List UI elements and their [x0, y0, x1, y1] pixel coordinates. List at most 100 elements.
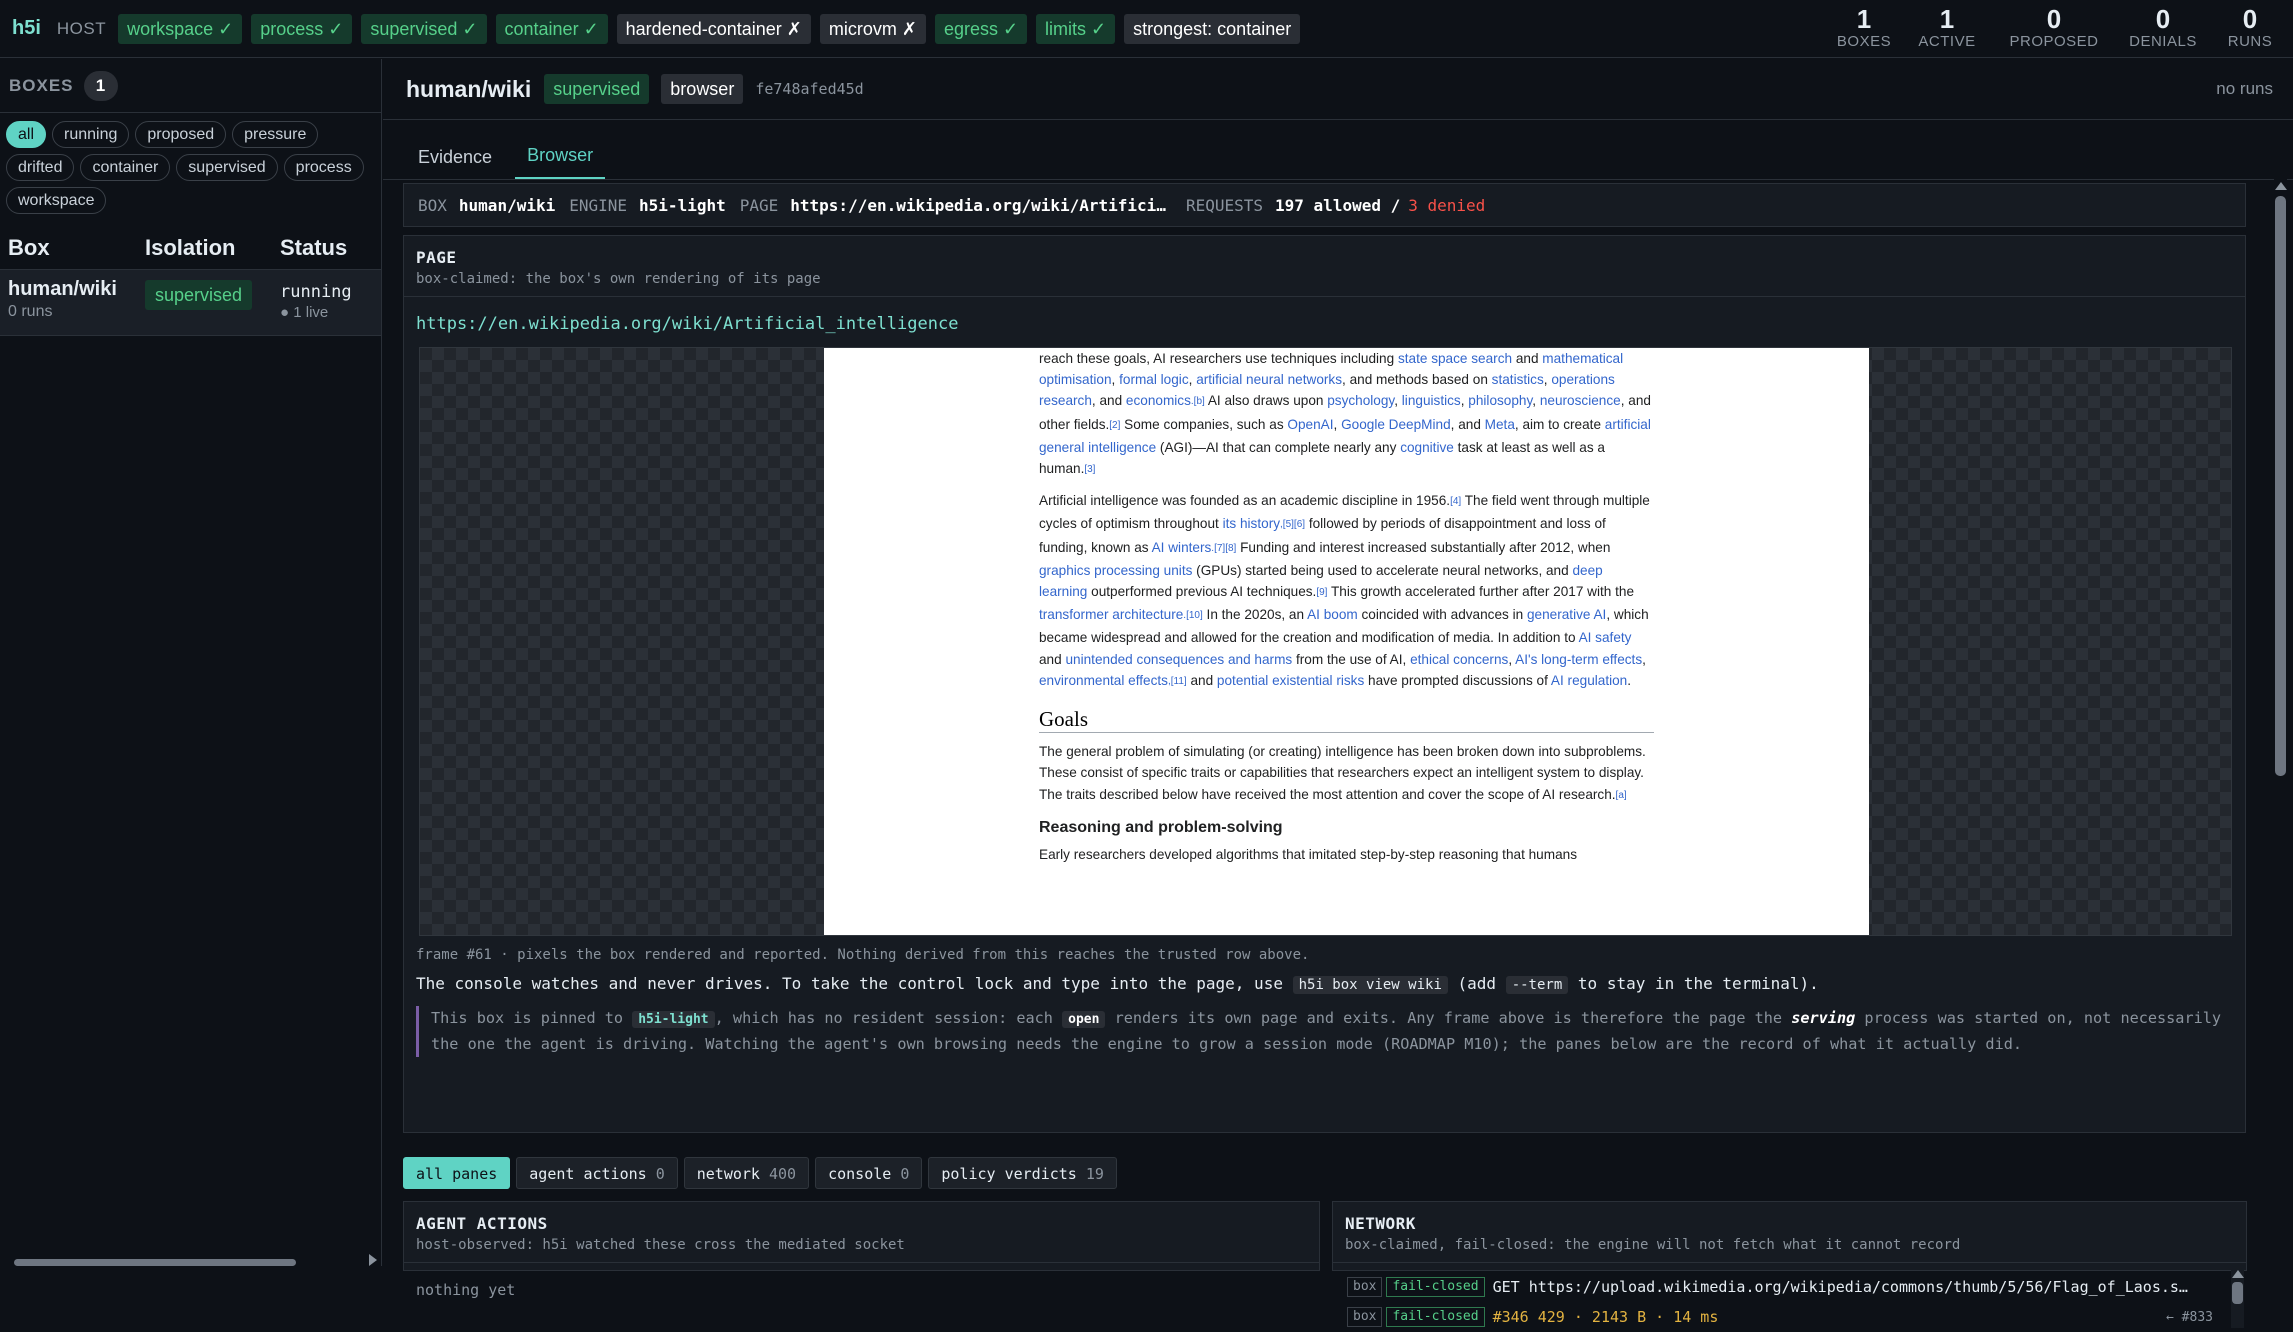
capability-chip: hardened-container ✗ [616, 13, 811, 44]
view-command: h5i box view wiki [1292, 976, 1448, 994]
wiki-link[interactable]: unintended consequences and harms [1065, 652, 1292, 667]
wiki-link[interactable]: AI boom [1307, 607, 1358, 622]
citation-link[interactable]: [a] [1616, 790, 1627, 801]
wiki-link[interactable]: AI winters [1152, 540, 1212, 555]
wiki-link[interactable]: AI's long-term effects [1515, 652, 1642, 667]
wiki-link[interactable]: ethical concerns [1410, 652, 1508, 667]
filter-workspace[interactable]: workspace [6, 187, 107, 214]
box-header: human/wiki supervised browser fe748afed4… [383, 59, 2293, 120]
filter-drifted[interactable]: drifted [6, 154, 75, 181]
capability-chip: supervised ✓ [361, 13, 487, 44]
box-filters: all running proposed pressure drifted contain… [0, 113, 381, 220]
pane-filter-policy-verdicts[interactable]: policy verdicts 19 [928, 1157, 1117, 1189]
filter-all[interactable]: all [6, 121, 47, 148]
console-note: The console watches and never drives. To… [416, 974, 1819, 994]
wiki-link[interactable]: artificial neural networks [1196, 372, 1342, 387]
request-ref[interactable]: ← #833 [2166, 1310, 2213, 1325]
wiki-link[interactable]: environmental effects [1039, 673, 1168, 688]
wiki-link[interactable]: formal logic [1119, 372, 1189, 387]
stat-label: RUNS [2227, 33, 2273, 50]
wiki-heading-reasoning: Reasoning and problem-solving [1039, 818, 1283, 836]
brand-logo[interactable]: h5i [12, 17, 41, 40]
wiki-text: Early researchers developed algorithms t… [1039, 847, 1577, 863]
wiki-link[interactable]: state space search [1398, 351, 1512, 366]
citation-link[interactable]: ,[5][6] [1280, 519, 1305, 530]
pane-filter-console[interactable]: console 0 [815, 1157, 923, 1189]
network-scroll-thumb[interactable] [2232, 1282, 2243, 1304]
wiki-paragraph-1: reach these goals, AI researchers use te… [1039, 348, 1654, 481]
citation-link[interactable]: [2] [1109, 420, 1120, 431]
filter-proposed[interactable]: proposed [135, 121, 227, 148]
citation-link[interactable]: .[10] [1183, 610, 1202, 621]
wiki-link[interactable]: economics [1126, 393, 1191, 408]
filter-running[interactable]: running [52, 121, 130, 148]
wiki-text: (GPUs) started being used to accelerate … [1192, 562, 1573, 578]
citation-link[interactable]: [9] [1316, 587, 1327, 598]
wiki-link[interactable]: OpenAI [1287, 417, 1333, 432]
wiki-link[interactable]: graphics processing units [1039, 563, 1192, 578]
main-scroll-thumb[interactable] [2275, 196, 2286, 776]
wiki-link[interactable]: AI regulation [1551, 673, 1627, 688]
wiki-link[interactable]: philosophy [1468, 393, 1532, 408]
capability-chip: workspace ✓ [118, 13, 243, 44]
wiki-link[interactable]: transformer architecture [1039, 607, 1183, 622]
agent-actions-panel: AGENT ACTIONS host-observed: h5i watched… [403, 1201, 1320, 1299]
filter-process[interactable]: process [283, 154, 364, 181]
wiki-link[interactable]: linguistics [1402, 393, 1461, 408]
page-panel: PAGE box-claimed: the box's own renderin… [403, 235, 2246, 1133]
pane-filter-network[interactable]: network 400 [683, 1157, 810, 1189]
column-status[interactable]: Status [280, 235, 347, 261]
wiki-link[interactable]: AI safety [1579, 630, 1632, 645]
citation-link[interactable]: ,[11] [1168, 676, 1187, 687]
verdict-tag: fail-closed [1386, 1307, 1485, 1327]
wiki-link[interactable]: Google DeepMind [1341, 417, 1451, 432]
filter-pressure[interactable]: pressure [232, 121, 319, 148]
filter-supervised[interactable]: supervised [176, 154, 278, 181]
pane-filter-agent-actions[interactable]: agent actions 0 [516, 1157, 678, 1189]
citation-link[interactable]: .[b] [1191, 396, 1205, 407]
citation-link[interactable]: [4] [1450, 496, 1461, 507]
scroll-up-arrow-icon[interactable] [2231, 1270, 2244, 1278]
citation-link[interactable]: [3] [1084, 464, 1095, 475]
column-isolation[interactable]: Isolation [145, 235, 280, 261]
table-row[interactable]: human/wiki 0 runs supervised running ● 1… [0, 270, 381, 336]
wiki-link[interactable]: Meta [1485, 417, 1515, 432]
page-url-link[interactable]: https://en.wikipedia.org/wiki/Artificial… [416, 314, 958, 334]
host-label: HOST [56, 18, 107, 38]
pin-note-post2: process was started on, not necessarily [1864, 1009, 2222, 1027]
page-panel-title: PAGE [416, 248, 457, 267]
stat-label: PROPOSED [2009, 33, 2099, 50]
citation-link[interactable]: .[7][8] [1211, 543, 1236, 554]
wiki-link[interactable]: statistics [1492, 372, 1544, 387]
wiki-text: In the 2020s, an [1202, 607, 1308, 623]
wiki-text: , aim to create [1514, 416, 1605, 432]
boxes-title: BOXES [9, 75, 74, 95]
main-scroll-up-icon[interactable] [2274, 182, 2287, 190]
stat-boxes: 1 BOXES [1833, 0, 1895, 58]
open-code: open [1062, 1011, 1106, 1028]
main-scrollbar[interactable] [2274, 179, 2287, 1266]
wiki-link[interactable]: generative AI [1527, 607, 1606, 622]
tab-bar: Evidence Browser [383, 120, 2293, 180]
stat-label: BOXES [1836, 33, 1892, 50]
column-box[interactable]: Box [0, 235, 145, 261]
sidebar-scrollbar[interactable] [14, 1259, 296, 1266]
wiki-text: , [1642, 651, 1646, 667]
wiki-link[interactable]: potential existential risks [1217, 673, 1364, 688]
stat-active: 1 ACTIVE [1909, 0, 1985, 58]
scroll-right-arrow-icon[interactable] [369, 1254, 377, 1266]
tab-evidence[interactable]: Evidence [418, 147, 492, 179]
wiki-text: , [1394, 393, 1402, 409]
wiki-link[interactable]: neuroscience [1540, 393, 1621, 408]
info-page-key: PAGE [739, 195, 779, 215]
wiki-link[interactable]: psychology [1327, 393, 1394, 408]
live-indicator: ● 1 live [280, 304, 329, 321]
network-row[interactable]: box fail-closed GET https://upload.wikimed… [1347, 1272, 2213, 1302]
network-row[interactable]: box fail-closed #346 429 · 2143 B · 14 ms ←… [1347, 1302, 2213, 1332]
wiki-link[interactable]: its history [1223, 516, 1280, 531]
tab-browser[interactable]: Browser [515, 145, 606, 179]
network-scrollbar[interactable] [2231, 1268, 2244, 1328]
wiki-link[interactable]: cognitive [1400, 440, 1454, 455]
pane-filter-all-panes[interactable]: all panes [403, 1157, 511, 1189]
filter-container[interactable]: container [80, 154, 171, 181]
